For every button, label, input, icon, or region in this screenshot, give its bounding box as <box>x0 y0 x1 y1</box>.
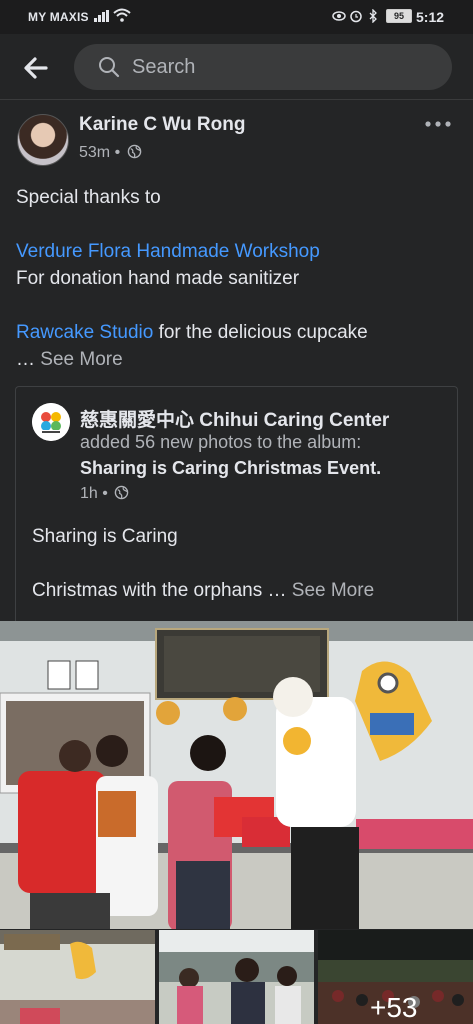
status-bar: MY MAXIS 95 5:12 <box>0 0 473 34</box>
battery-icon: 95 <box>386 9 412 23</box>
post-text-cupcake: Rawcake Studio for the delicious cupcake <box>16 322 368 344</box>
cupcake-text: for the delicious cupcake <box>153 322 368 343</box>
ellipsis: … <box>16 349 41 370</box>
photo-thumbnail[interactable] <box>159 930 314 1024</box>
post-header: Karine C Wu Rong 53m • <box>0 100 473 180</box>
post-text-thanks: Special thanks to <box>16 187 161 208</box>
album-action: added 56 new photos to the album: <box>80 432 362 452</box>
signal-icon <box>94 10 109 22</box>
top-bar: Search <box>0 34 473 100</box>
shared-text-line2: Christmas with the orphans … See More <box>32 580 374 602</box>
post-text-donation: For donation hand made sanitizer <box>16 268 300 289</box>
shared-see-more-link[interactable]: See More <box>292 580 374 601</box>
shared-line2-text: Christmas with the orphans … <box>32 580 292 601</box>
link-verdure-flora[interactable]: Verdure Flora Handmade Workshop <box>16 241 320 263</box>
page-name[interactable]: 慈惠關愛中心 Chihui Caring Center <box>80 405 389 432</box>
meta-separator: • <box>114 144 121 161</box>
system-icons <box>332 9 377 23</box>
alarm-icon <box>350 10 362 23</box>
page-logo[interactable] <box>32 403 70 441</box>
back-arrow-icon[interactable] <box>20 52 52 84</box>
more-photos-count: +53 <box>370 992 418 1023</box>
link-rawcake-studio[interactable]: Rawcake Studio <box>16 322 153 343</box>
album-name[interactable]: Sharing is Caring Christmas Event. <box>80 458 381 479</box>
see-more-link[interactable]: See More <box>40 349 122 370</box>
search-icon <box>99 57 120 78</box>
meta-separator: • <box>102 485 108 502</box>
globe-icon <box>127 144 141 159</box>
avatar[interactable] <box>17 114 69 166</box>
shared-text-line1: Sharing is Caring <box>32 526 178 547</box>
search-input[interactable]: Search <box>74 44 452 90</box>
post-time[interactable]: 53m <box>79 144 110 161</box>
more-options-icon[interactable] <box>424 118 452 130</box>
main-photo[interactable] <box>0 621 473 929</box>
photo-thumbnail[interactable] <box>0 930 155 1024</box>
post-see-more-line: … See More <box>16 349 123 371</box>
bluetooth-icon <box>369 9 377 23</box>
photo-thumbnail-more[interactable]: +53 <box>318 930 473 1024</box>
carrier-label: MY MAXIS <box>28 10 89 24</box>
clock: 5:12 <box>416 9 445 25</box>
post-author[interactable]: Karine C Wu Rong <box>79 114 245 136</box>
wifi-icon <box>113 8 131 22</box>
shared-time[interactable]: 1h <box>80 485 98 502</box>
search-placeholder: Search <box>132 56 196 78</box>
post-meta: 53m • <box>79 144 142 162</box>
shared-meta: 1h • <box>80 485 129 503</box>
globe-icon <box>115 485 129 500</box>
eye-icon <box>332 11 346 21</box>
shared-post-card[interactable]: 慈惠關愛中心 Chihui Caring Center added 56 new… <box>15 386 458 626</box>
